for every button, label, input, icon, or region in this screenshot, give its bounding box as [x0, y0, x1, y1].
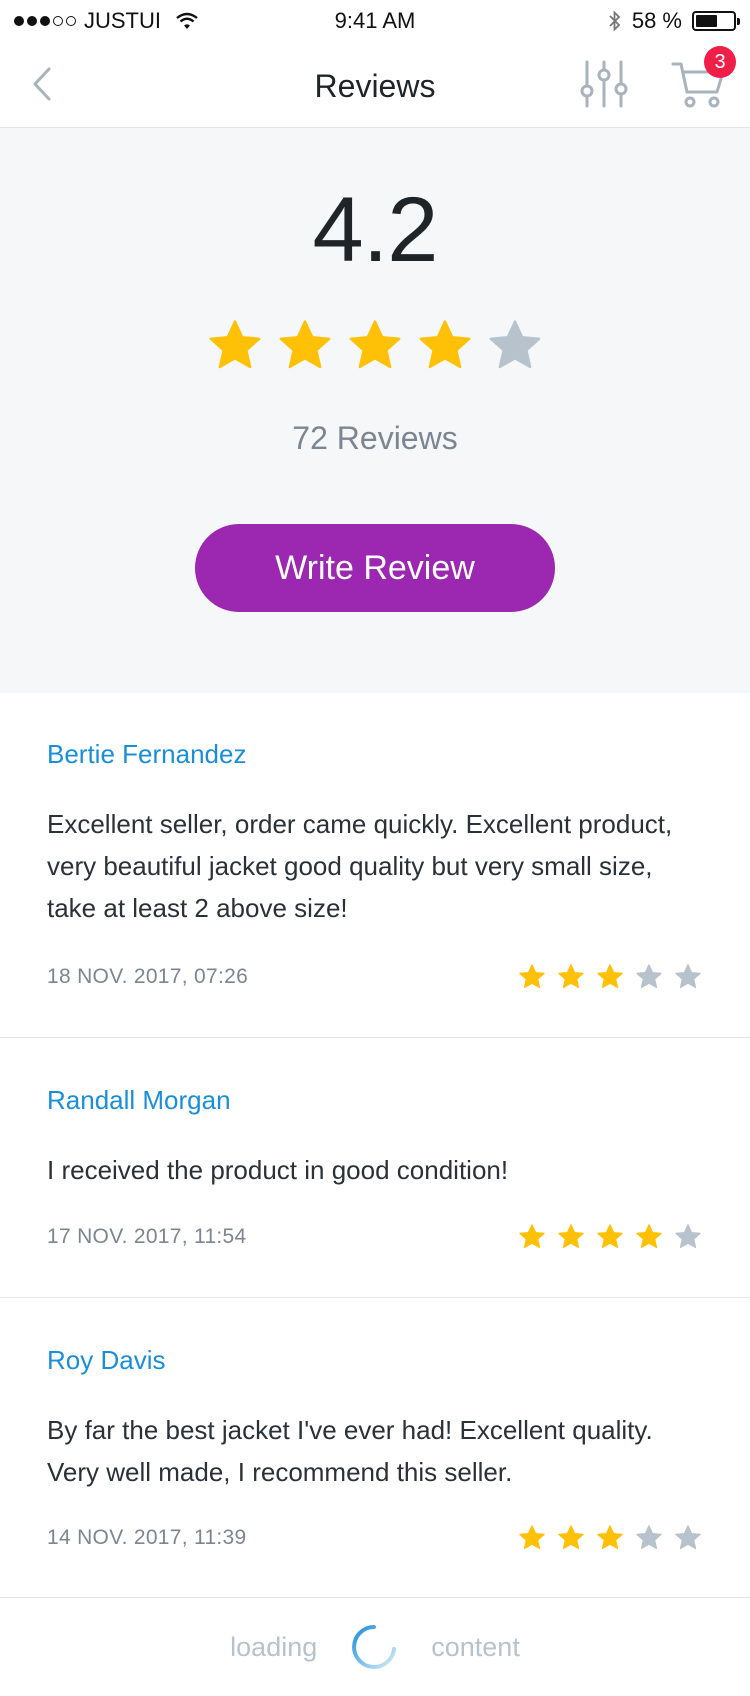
status-bar: JUSTUI 9:41 AM 58 % [0, 0, 750, 40]
review-date: 17 NOV. 2017, 11:54 [47, 1225, 247, 1248]
star-filled-icon [519, 1525, 545, 1550]
star-filled-icon [419, 320, 471, 369]
review-item: Randall Morgan I received the product in… [0, 1038, 750, 1298]
content-label: content [431, 1631, 520, 1662]
review-item: Bertie Fernandez Excellent seller, order… [0, 693, 750, 1038]
star-empty-icon [675, 1224, 701, 1249]
write-review-button[interactable]: Write Review [195, 524, 555, 612]
review-author[interactable]: Randall Morgan [47, 1085, 231, 1116]
star-empty-icon [675, 1525, 701, 1550]
star-filled-icon [558, 964, 584, 989]
page-title: Reviews [314, 68, 436, 104]
review-text: Excellent seller, order came quickly. Ex… [47, 809, 673, 923]
review-text: By far the best jacket I've ever had! Ex… [47, 1415, 653, 1487]
star-filled-icon [597, 964, 623, 989]
star-empty-icon [489, 320, 541, 369]
bluetooth-icon [609, 10, 621, 32]
review-author[interactable]: Roy Davis [47, 1345, 165, 1376]
star-filled-icon [349, 320, 401, 369]
loading-label: loading [230, 1631, 318, 1662]
cart-count-badge: 3 [704, 46, 736, 78]
review-text: I received the product in good condition… [47, 1155, 509, 1185]
loading-indicator: loading content [0, 1598, 750, 1696]
battery-icon [692, 11, 740, 31]
review-stars [518, 1223, 702, 1251]
star-filled-icon [279, 320, 331, 369]
filter-sliders-icon [580, 60, 628, 108]
spinner-icon [352, 1625, 397, 1669]
battery-percent: 58 % [631, 8, 682, 33]
star-filled-icon [558, 1525, 584, 1550]
review-date: 14 NOV. 2017, 11:39 [47, 1526, 247, 1549]
review-author[interactable]: Bertie Fernandez [47, 739, 246, 770]
star-filled-icon [597, 1224, 623, 1249]
star-empty-icon [675, 964, 701, 989]
star-filled-icon [209, 320, 261, 369]
review-stars [518, 1524, 702, 1552]
review-item: Roy Davis By far the best jacket I've ev… [0, 1298, 750, 1598]
star-filled-icon [558, 1224, 584, 1249]
star-empty-icon [636, 1525, 662, 1550]
star-filled-icon [519, 1224, 545, 1249]
average-rating: 4.2 [312, 179, 439, 281]
average-rating-stars [0, 318, 750, 374]
star-filled-icon [636, 1224, 662, 1249]
status-right: 58 % [608, 8, 740, 34]
battery-fill [696, 15, 717, 27]
star-filled-icon [597, 1525, 623, 1550]
filter-button[interactable] [578, 58, 630, 110]
star-empty-icon [636, 964, 662, 989]
navigation-bar: Reviews [0, 40, 750, 128]
rating-summary: 4.2 72 Reviews Write Review [0, 128, 750, 693]
review-count: 72 Reviews [292, 420, 458, 456]
review-stars [518, 963, 702, 991]
star-filled-icon [519, 964, 545, 989]
review-date: 18 NOV. 2017, 07:26 [47, 965, 249, 988]
